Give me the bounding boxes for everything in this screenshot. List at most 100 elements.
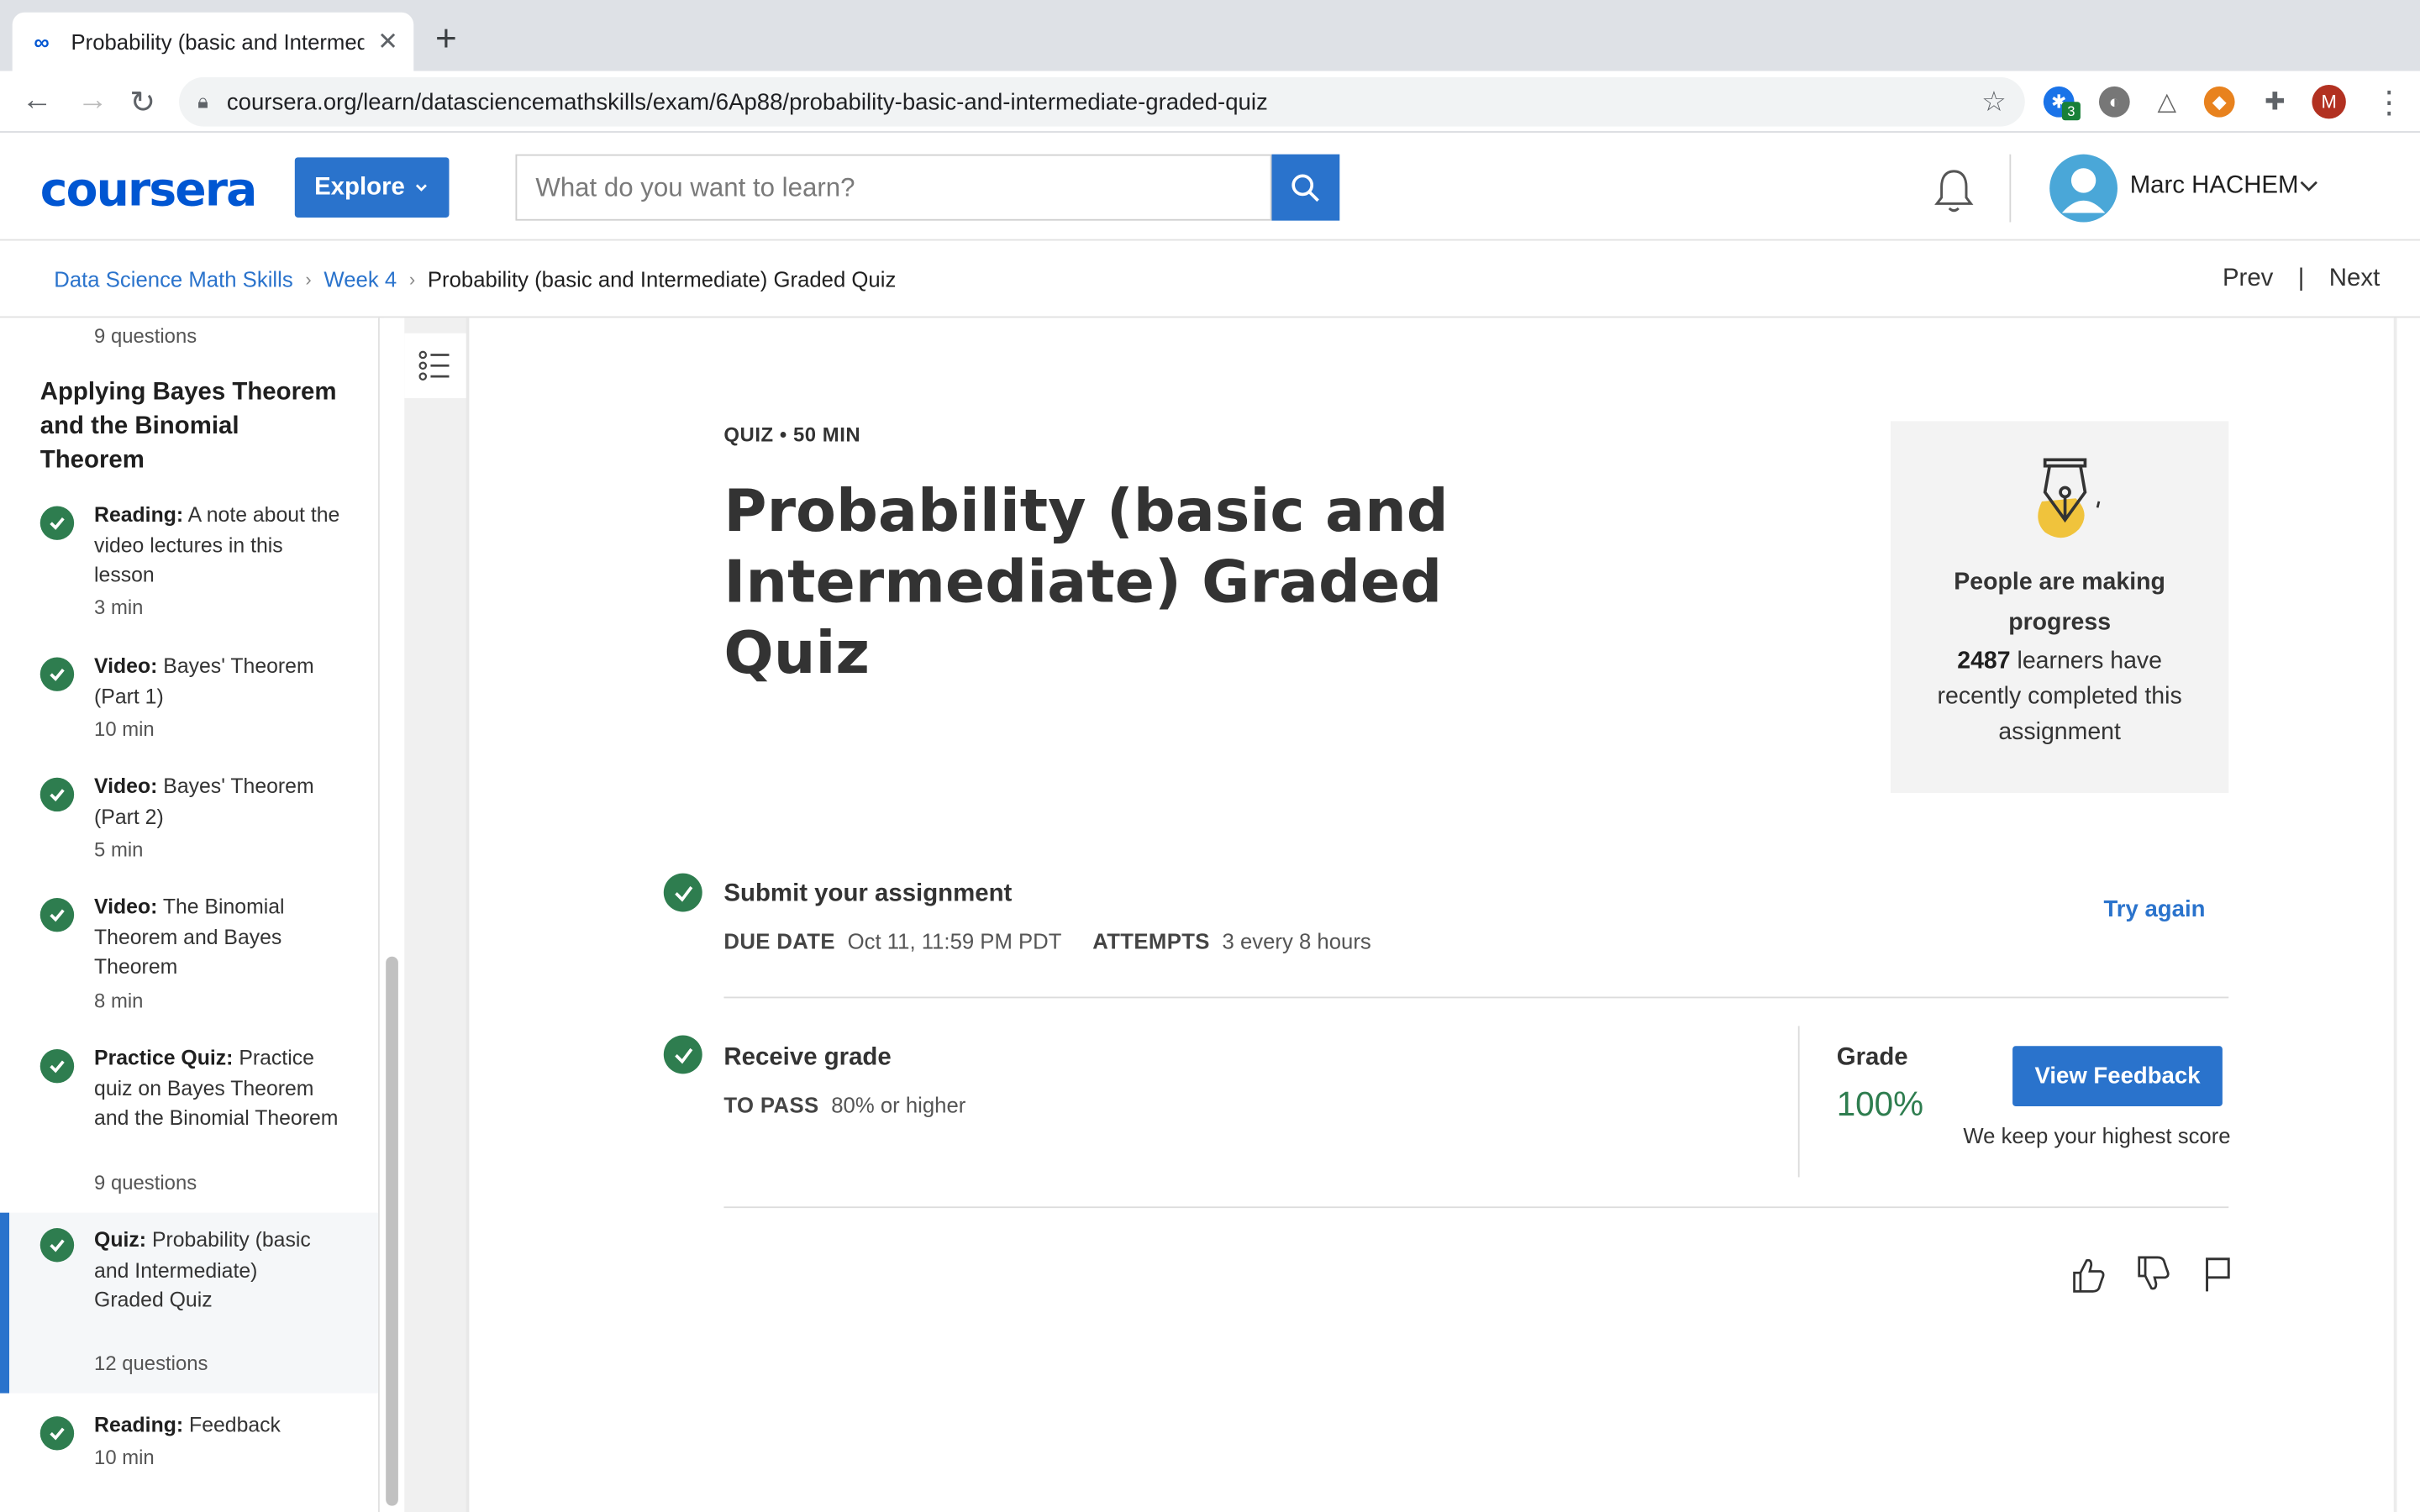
pass-meta: TO PASS 80% or higher	[723, 1092, 965, 1116]
breadcrumb-week[interactable]: Week 4	[324, 267, 397, 291]
check-icon	[39, 777, 75, 812]
attempts-value: 3 every 8 hours	[1222, 928, 1371, 954]
grade-divider	[1797, 1026, 1800, 1178]
chevron-down-icon	[416, 183, 428, 191]
check-icon	[39, 506, 75, 540]
learner-count: 2487	[1957, 648, 2011, 675]
check-icon	[39, 1048, 75, 1084]
divider	[723, 1206, 2229, 1209]
explore-button[interactable]: Explore	[294, 157, 450, 218]
coursera-logo[interactable]: coursera	[40, 164, 258, 218]
puzzle-extensions-icon[interactable]: ✚	[2259, 86, 2291, 118]
course-sidebar: 9 questions Applying Bayes Theorem and t…	[0, 318, 380, 1512]
user-avatar[interactable]	[2049, 154, 2118, 223]
sidebar-item-meta: 10 min	[94, 1446, 155, 1469]
notifications-bell-icon[interactable]	[1933, 166, 1975, 223]
sidebar-item-meta: 9 questions	[94, 1171, 197, 1194]
breadcrumb-current: Probability (basic and Intermediate) Gra…	[427, 266, 897, 292]
address-bar[interactable]: 🔒︎ coursera.org/learn/datasciencemathski…	[179, 76, 2025, 127]
sidebar-item[interactable]: Video: Bayes' Theorem (Part 1) 10 min	[0, 638, 378, 749]
close-tab-icon[interactable]: ✕	[377, 26, 398, 57]
sidebar-item[interactable]: Video: The Binomial Theorem and Bayes Th…	[0, 879, 378, 1018]
sidebar-item-meta: 5 min	[94, 837, 144, 861]
check-icon	[39, 657, 75, 691]
explore-label: Explore	[314, 173, 405, 200]
back-icon[interactable]: ←	[22, 83, 53, 118]
lock-icon: 🔒︎	[197, 89, 208, 113]
sidebar-item-meta: 8 min	[94, 989, 144, 1012]
prev-next-nav: Prev | Next	[2223, 265, 2380, 293]
sidebar-item-type: Practice Quiz:	[94, 1046, 234, 1069]
user-name[interactable]: Marc HACHEM	[2130, 173, 2299, 201]
profile-avatar[interactable]: M	[2312, 85, 2346, 119]
menu-dots-icon[interactable]: ⋮	[2374, 83, 2405, 122]
attempts-label: ATTEMPTS	[1092, 928, 1210, 954]
chevron-right-icon: ›	[305, 268, 312, 291]
sidebar-item-active[interactable]: Quiz: Probability (basic and Intermediat…	[0, 1212, 378, 1394]
progress-card: People are making progress 2487 learners…	[1891, 421, 2229, 794]
flag-icon[interactable]	[2198, 1252, 2238, 1295]
sidebar-item-meta: 3 min	[94, 595, 144, 619]
coursera-favicon-icon: ∞	[34, 29, 50, 55]
check-icon	[663, 1035, 702, 1074]
forward-icon[interactable]: →	[77, 83, 108, 118]
browser-toolbar: ← → ↻ 🔒︎ coursera.org/learn/datasciencem…	[0, 71, 2420, 133]
browser-tab[interactable]: ∞ Probability (basic and Intermed ✕	[12, 12, 414, 71]
browser-tab-bar: ∞ Probability (basic and Intermed ✕ +	[0, 0, 2420, 71]
reload-icon[interactable]: ↻	[129, 83, 155, 122]
sidebar-item[interactable]: Video: Bayes' Theorem (Part 2) 5 min	[0, 759, 378, 870]
sidebar-section-heading: Applying Bayes Theorem and the Binomial …	[39, 379, 337, 474]
next-button[interactable]: Next	[2329, 265, 2380, 293]
sidebar-item[interactable]: Reading: A note about the video lectures…	[0, 487, 378, 626]
sidebar-item-type: Reading:	[94, 1413, 184, 1436]
submit-assignment-title: Submit your assignment	[723, 880, 1013, 907]
tool-strip	[404, 318, 470, 1512]
check-icon	[39, 1228, 75, 1263]
try-again-link[interactable]: Try again	[2103, 896, 2205, 922]
sidebar-item-type: Video:	[94, 774, 158, 798]
check-icon	[39, 1416, 75, 1451]
progress-card-title: People are making progress	[1954, 569, 2165, 636]
pen-nib-icon	[2020, 455, 2107, 555]
nav-separator: |	[2297, 265, 2305, 292]
quiz-meta-label: QUIZ • 50 MIN	[723, 423, 861, 446]
content-right-border	[2393, 318, 2397, 1512]
thumbs-down-icon[interactable]	[2133, 1252, 2173, 1295]
breadcrumb-bar: Data Science Math Skills › Week 4 › Prob…	[0, 240, 2420, 318]
divider	[723, 996, 2229, 999]
tab-title: Probability (basic and Intermed	[71, 29, 365, 55]
thumbs-up-icon[interactable]	[2068, 1252, 2108, 1295]
check-icon	[39, 897, 75, 932]
user-menu-chevron-icon[interactable]	[2300, 176, 2318, 197]
progress-card-description: 2487 learners have recently completed th…	[1891, 643, 2228, 750]
sidebar-item-meta: 10 min	[94, 717, 155, 741]
drive-icon[interactable]: △	[2151, 86, 2183, 118]
sidebar-item[interactable]: Practice Quiz: Practice quiz on Bayes Th…	[0, 1031, 378, 1200]
feedback-actions	[2068, 1252, 2238, 1295]
bookmark-star-icon[interactable]: ☆	[1981, 86, 2007, 118]
grade-label: Grade	[1836, 1044, 1908, 1071]
chevron-right-icon: ›	[408, 268, 416, 291]
url-text: coursera.org/learn/datasciencemathskills…	[226, 88, 1268, 115]
to-pass-label: TO PASS	[723, 1092, 819, 1117]
extension-circle-icon[interactable]: ◐	[2098, 86, 2130, 118]
to-pass-value: 80% or higher	[831, 1092, 966, 1117]
search-button[interactable]	[1271, 154, 1340, 221]
check-icon	[663, 873, 702, 912]
sidebar-item-type: Reading:	[94, 502, 184, 527]
breadcrumb-course[interactable]: Data Science Math Skills	[54, 267, 292, 291]
view-feedback-button[interactable]: View Feedback	[2012, 1046, 2223, 1106]
sidebar-item-label: Feedback	[189, 1413, 281, 1436]
sidebar-scrollbar-thumb[interactable]	[386, 956, 398, 1506]
outline-toggle-button[interactable]	[404, 333, 466, 398]
search-input[interactable]: What do you want to learn?	[515, 154, 1272, 221]
page-title: Probability (basic and Intermediate) Gra…	[723, 476, 1449, 687]
search-icon	[1292, 173, 1319, 202]
extension-badge: 3	[2061, 102, 2081, 121]
metamask-fox-icon[interactable]: ◆	[2203, 86, 2235, 118]
list-icon	[418, 350, 450, 381]
prev-button[interactable]: Prev	[2223, 265, 2273, 293]
grade-value: 100%	[1836, 1084, 1924, 1124]
sidebar-item[interactable]: Reading: Feedback 10 min	[0, 1404, 378, 1496]
new-tab-button[interactable]: +	[435, 18, 457, 61]
